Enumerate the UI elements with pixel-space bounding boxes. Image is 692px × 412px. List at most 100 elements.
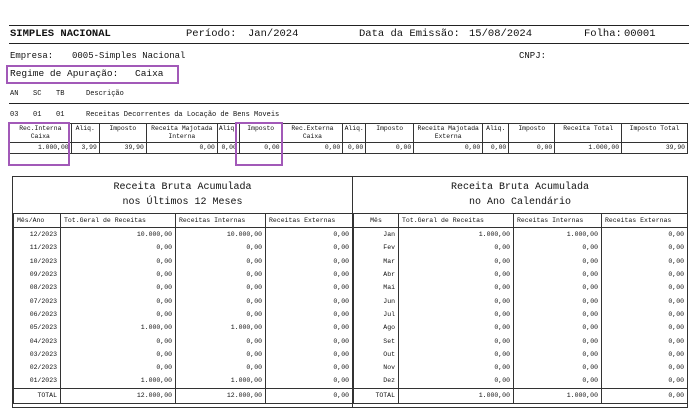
right-table-value: 0,00 (601, 254, 688, 268)
right-table-period: Dez (353, 374, 399, 389)
left-table-value: 0,00 (265, 360, 353, 375)
right-table-value: 0,00 (398, 307, 514, 322)
left-table-value: 0,00 (60, 307, 176, 322)
left-table-value: 0,00 (265, 321, 353, 335)
col-sc: SC (33, 90, 42, 98)
left-table-value: 0,00 (175, 267, 266, 282)
left-table-value: 0,00 (175, 347, 266, 361)
right-panel-table: Mês Tot.Geral de Receitas Receitas Inter… (353, 213, 688, 404)
left-table-value: 0,00 (265, 347, 353, 361)
right-table-value: 0,00 (398, 347, 514, 361)
right-table-value: 0,00 (398, 334, 514, 348)
right-table-value: 0,00 (398, 254, 514, 268)
left-table-row: 01/2023 1.000,00 1.000,00 0,00 (13, 374, 353, 389)
right-header: Tot.Geral de Receitas (398, 213, 514, 228)
left-table-value: 0,00 (60, 360, 176, 375)
left-table-period: 01/2023 (13, 374, 61, 389)
right-panel: Receita Bruta Acumulada no Ano Calendári… (352, 176, 688, 408)
left-header: Receitas Externas (265, 213, 353, 228)
left-total-label: TOTAL (13, 387, 61, 404)
right-table-value: 0,00 (601, 347, 688, 361)
right-table-period: Mai (353, 281, 399, 295)
left-table-value: 0,00 (265, 227, 353, 242)
left-total-value: 12.000,00 (175, 387, 266, 404)
col-tb: TB (56, 90, 65, 98)
right-total-row: TOTAL 1.000,00 1.000,00 0,00 (353, 387, 688, 404)
left-table-value: 0,00 (175, 334, 266, 348)
folha-value: 00001 (624, 28, 656, 40)
left-table-value: 0,00 (265, 294, 353, 308)
left-table-row: 06/2023 0,00 0,00 0,00 (13, 307, 353, 322)
right-panel-title-1: Receita Bruta Acumulada (450, 182, 590, 193)
header-rule-bottom (9, 43, 689, 44)
right-table-value: 0,00 (601, 241, 688, 255)
left-table-row: 05/2023 1.000,00 1.000,00 0,00 (13, 321, 353, 335)
right-table-row: Nov 0,00 0,00 0,00 (353, 360, 688, 375)
left-table-value: 0,00 (60, 334, 176, 348)
summary-value: 39,90 (621, 142, 688, 154)
left-table-value: 0,00 (265, 307, 353, 322)
left-table-period: 05/2023 (13, 321, 61, 335)
right-table-value: 0,00 (513, 321, 602, 335)
left-table-value: 0,00 (60, 267, 176, 282)
right-total-value: 1.000,00 (513, 387, 602, 404)
left-header: Mês/Ano (13, 213, 61, 228)
right-table-period: Ago (353, 321, 399, 335)
right-table-row: Jan 1.000,00 1.000,00 0,00 (353, 227, 688, 242)
left-table-period: 12/2023 (13, 227, 61, 242)
left-table-period: 07/2023 (13, 294, 61, 308)
right-table-value: 0,00 (513, 334, 602, 348)
cnpj-label: CNPJ: (519, 51, 547, 61)
summary-header: Rec.Externa Caixa (281, 123, 344, 143)
summary-header-row: Rec.Interna Caixa Aliq. Imposto Receita … (9, 123, 688, 143)
right-table-period: Jul (353, 307, 399, 322)
right-table-value: 0,00 (398, 281, 514, 295)
summary-values-row: 1.000,00 3,99 39,90 0,00 0,00 0,00 0,00 … (9, 142, 688, 154)
summary-header: Aliq. (70, 123, 100, 143)
right-total-value: 1.000,00 (398, 387, 514, 404)
left-table-value: 0,00 (60, 281, 176, 295)
right-table-value: 0,00 (601, 281, 688, 295)
right-table-value: 0,00 (513, 267, 602, 282)
right-table-value: 0,00 (601, 307, 688, 322)
left-table-period: 09/2023 (13, 267, 61, 282)
right-table-period: Out (353, 347, 399, 361)
emissao-value: 15/08/2024 (469, 28, 533, 40)
right-table-value: 0,00 (601, 334, 688, 348)
empresa-label: Empresa: (10, 51, 54, 61)
left-total-value: 12.000,00 (60, 387, 176, 404)
left-table-period: 10/2023 (13, 254, 61, 268)
right-table-row: Mar 0,00 0,00 0,00 (353, 254, 688, 268)
left-table-period: 04/2023 (13, 334, 61, 348)
left-table-value: 0,00 (175, 360, 266, 375)
left-table-value: 0,00 (60, 294, 176, 308)
imposto-highlight (235, 122, 283, 166)
right-table-period: Set (353, 334, 399, 348)
left-table-value: 0,00 (60, 254, 176, 268)
right-table-row: Out 0,00 0,00 0,00 (353, 347, 688, 361)
right-header: Receitas Externas (601, 213, 688, 228)
left-table-value: 0,00 (175, 241, 266, 255)
summary-value: 0,00 (482, 142, 510, 154)
left-table-row: 09/2023 0,00 0,00 0,00 (13, 267, 353, 282)
right-table-period: Jan (353, 227, 399, 242)
right-table-value: 0,00 (601, 374, 688, 389)
right-table-value: 0,00 (513, 347, 602, 361)
summary-header: Receita Total (554, 123, 623, 143)
right-header-row: Mês Tot.Geral de Receitas Receitas Inter… (353, 213, 688, 228)
left-table-period: 11/2023 (13, 241, 61, 255)
left-table-value: 0,00 (60, 347, 176, 361)
summary-header: Receita Majotada Interna (145, 123, 218, 143)
left-table-row: 12/2023 10.000,00 10.000,00 0,00 (13, 227, 353, 242)
left-table-period: 08/2023 (13, 281, 61, 295)
right-table-value: 1.000,00 (513, 227, 602, 242)
activity-desc: Receitas Decorrentes da Locação de Bens … (86, 111, 280, 119)
left-table-value: 1.000,00 (175, 374, 266, 389)
summary-value: 0,00 (365, 142, 415, 154)
right-header: Receitas Internas (513, 213, 602, 228)
right-table-row: Fev 0,00 0,00 0,00 (353, 241, 688, 255)
activity-tb: 01 (56, 111, 65, 119)
summary-value: 0,00 (342, 142, 367, 154)
left-panel-title-2: nos Últimos 12 Meses (122, 197, 243, 208)
report-title: SIMPLES NACIONAL (10, 28, 111, 40)
